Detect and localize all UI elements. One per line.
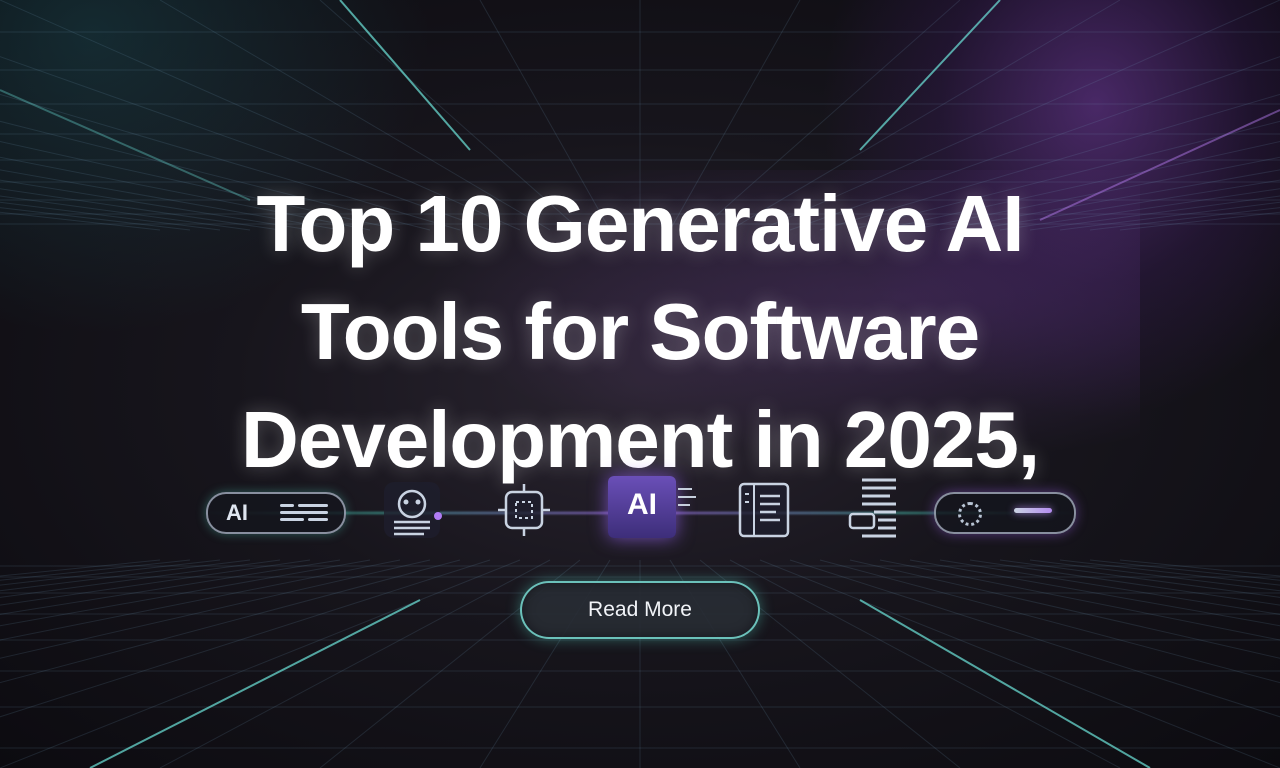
neon-ray-top-left: [339, 0, 471, 151]
neon-ray-bottom-left: [89, 599, 421, 768]
ai-chip-lines: [678, 488, 696, 518]
grid-line: [1119, 559, 1280, 577]
grid-line: [0, 559, 281, 598]
grid-line: [0, 559, 401, 641]
hero-title-line-2: Tools for Software: [300, 287, 980, 376]
grid-line: [0, 559, 221, 586]
grid-line: [0, 559, 521, 768]
grid-line: [0, 559, 341, 615]
gear-toggle-icon: [934, 492, 1076, 534]
ai-chip-icon: AI: [608, 476, 676, 538]
grid-line: [0, 559, 161, 577]
toggle-bar-icon: [1014, 508, 1052, 513]
neon-ray-bottom-right: [859, 599, 1151, 768]
ai-pill-text: AI: [226, 500, 248, 525]
list-lines-icon: [280, 504, 330, 521]
grid-line: [939, 559, 1280, 615]
ai-pill-icon: AI: [206, 492, 346, 534]
grid-line: [999, 559, 1280, 598]
grid-line: [1059, 559, 1280, 586]
hero-title: Top 10 Generative AI Tools for Software …: [0, 170, 1280, 494]
grid-line: [849, 559, 1280, 659]
grid-line: [879, 559, 1280, 641]
grid-line: [1029, 559, 1280, 592]
grid-line: [759, 559, 1280, 768]
document-icon: [734, 480, 794, 540]
ai-chip-label: AI: [627, 488, 657, 521]
grid-line: [729, 559, 1121, 768]
read-more-button[interactable]: Read More: [520, 581, 760, 639]
hero-banner: Top 10 Generative AI Tools for Software …: [0, 0, 1280, 768]
robot-head-icon: [382, 480, 442, 540]
grid-line: [0, 559, 251, 592]
grid-line: [0, 559, 431, 659]
grid-line: [0, 559, 371, 627]
gear-icon: [958, 502, 982, 526]
grid-line: [159, 559, 551, 768]
printer-list-icon: [844, 474, 906, 542]
chip-icon: [494, 480, 554, 540]
hero-title-line-1: Top 10 Generative AI: [256, 179, 1025, 268]
neon-ray-top-right: [859, 0, 1001, 151]
